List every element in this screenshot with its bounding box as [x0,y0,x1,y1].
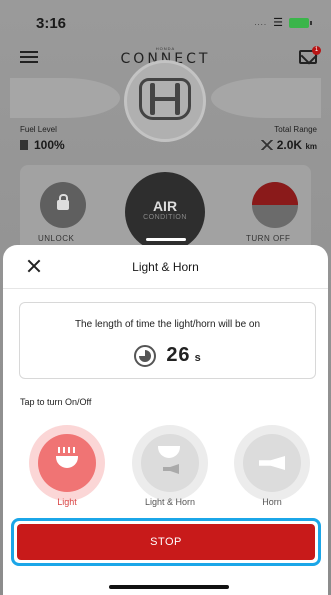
unlock-label: UNLOCK [38,234,75,243]
fuel-level-value: 100% [20,138,65,152]
horn-icon [259,456,285,470]
duration-value: 26 [166,344,191,366]
honda-h-crossbar [152,97,178,101]
battery-icon [289,17,312,28]
light-mode-label: Light [57,497,77,507]
stop-button[interactable]: STOP [17,524,315,560]
horn-mode-button[interactable] [234,425,310,501]
tap-instruction: Tap to turn On/Off [20,397,92,407]
horn-mode-label: Horn [262,497,282,507]
light-mode-button[interactable] [29,425,105,501]
light-horn-icon [252,182,298,205]
duration-description: The length of time the light/horn will b… [74,319,261,330]
light-icon [158,446,180,458]
light-horn-mode-button[interactable] [132,425,208,501]
lock-icon [57,194,69,210]
range-unit: km [305,142,317,151]
sheet-header: Light & Horn [3,245,328,289]
horn-icon [163,464,179,474]
signal-icon: .... [254,18,268,27]
light-horn-sheet: Light & Horn The length of time the ligh… [3,245,328,595]
status-bar: 3:16 .... ☰ [0,0,331,40]
turn-off-button[interactable] [252,182,298,228]
stop-button-focus-outline: STOP [11,518,321,566]
sheet-grabber[interactable] [146,238,186,241]
wifi-icon: ☰ [273,17,283,29]
turn-off-label: TURN OFF [246,234,291,243]
timer-icon [134,344,157,367]
status-time: 3:16 [36,15,67,32]
horn-mode-inner [243,434,301,492]
fuel-pump-icon [20,140,28,150]
total-range-value: 2.0K km [260,138,317,152]
home-indicator[interactable] [109,585,229,589]
road-icon [260,140,273,150]
total-range-text: 2.0K [276,138,303,152]
sheet-title: Light & Horn [132,260,199,274]
fuel-level-text: 100% [34,138,65,152]
light-horn-mode-label: Light & Horn [144,497,196,507]
light-rays-icon [58,447,76,453]
duration-card: The length of time the light/horn will b… [19,302,316,379]
total-range-label: Total Range [274,125,317,134]
car-shape-right [211,78,321,118]
light-icon [56,456,78,468]
status-icons: .... ☰ [254,16,312,29]
duration-row: 26 s [20,344,315,367]
light-horn-mode-inner [141,434,199,492]
air-subtitle: CONDITION [143,214,187,221]
car-shape-left [10,78,120,118]
air-title: AIR [152,198,178,214]
fuel-level-label: Fuel Level [20,125,57,134]
notification-badge: 1 [312,46,321,55]
light-mode-inner [38,434,96,492]
duration-unit: s [194,352,201,364]
